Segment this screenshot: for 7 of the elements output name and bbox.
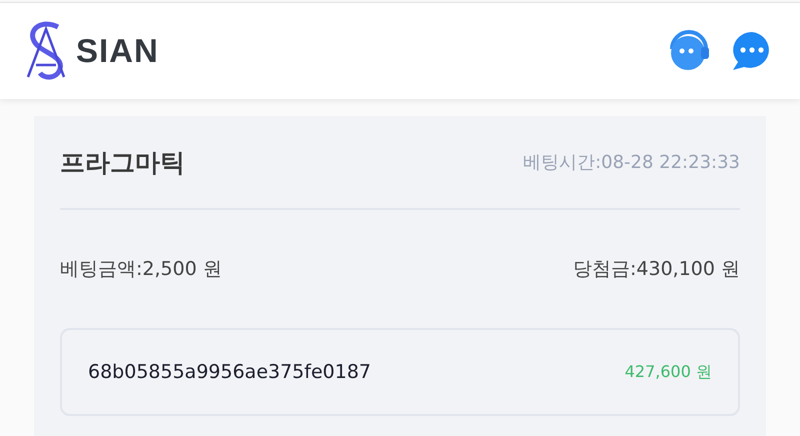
game-title: 프라그마틱: [60, 146, 185, 178]
bet-amount: 베팅금액:2,500 원: [60, 257, 222, 282]
win-amount: 당첨금:430,100 원: [572, 257, 740, 282]
brand-name: SIAN: [76, 32, 159, 70]
entry-amount: 427,600 원: [624, 362, 712, 382]
bet-time: 베팅시간:08-28 22:23:33: [523, 151, 740, 174]
bet-id: 68b05855a9956ae375fe0187: [88, 361, 372, 383]
